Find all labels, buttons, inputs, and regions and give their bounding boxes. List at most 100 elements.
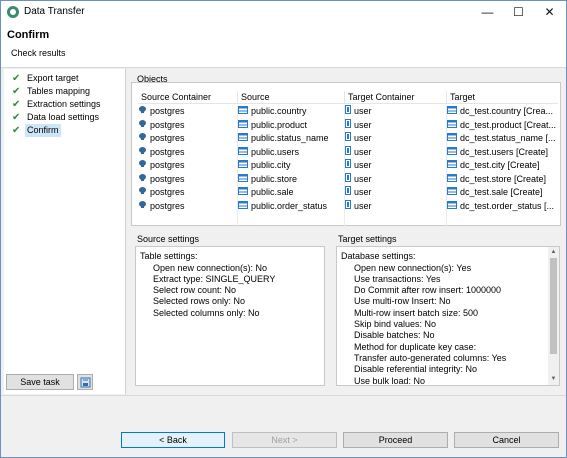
close-icon[interactable]: ✕	[534, 1, 565, 23]
table-row[interactable]: postgres public.order_status user dc_test.o…	[138, 199, 558, 214]
cell-target[interactable]: dc_test.sale [Create]	[447, 186, 558, 200]
cell-target-container[interactable]: user	[345, 159, 447, 173]
data-transfer-window: Data Transfer — ☐ ✕ Confirm Check result…	[0, 0, 567, 458]
cell-source[interactable]: public.product	[238, 118, 345, 133]
column-header-target-container[interactable]: Target Container	[345, 91, 447, 104]
cell-text: dc_test.country [Crea...	[460, 106, 554, 117]
table-icon	[238, 119, 248, 133]
cell-text: postgres	[150, 200, 185, 211]
table-row[interactable]: postgres public.store user dc_test.store [C…	[138, 172, 558, 187]
column-header-source-container[interactable]: Source Container	[138, 91, 238, 104]
page-header: Confirm Check results	[1, 23, 566, 68]
target-settings-heading: Database settings:	[341, 251, 416, 261]
table-row[interactable]: postgres public.city user dc_test.city [Cre…	[138, 159, 558, 173]
cell-source[interactable]: public.city	[238, 159, 345, 173]
target-setting-line: Do Commit after row insert: 1000000	[354, 285, 502, 296]
back-button[interactable]: < Back	[121, 432, 225, 448]
table-icon	[447, 146, 457, 160]
cell-text: public.sale	[251, 187, 294, 198]
nav-item-label: Export target	[27, 73, 79, 83]
table-row[interactable]: postgres public.country user dc_test.countr…	[138, 105, 558, 119]
cell-target-container[interactable]: user	[345, 172, 447, 186]
cell-source-container[interactable]: postgres	[138, 105, 238, 119]
proceed-button[interactable]: Proceed	[343, 432, 448, 448]
cell-target-container[interactable]: user	[345, 118, 447, 132]
source-setting-line: Extract type: SINGLE_QUERY	[153, 273, 276, 284]
task-icon	[80, 377, 91, 388]
cell-source[interactable]: public.store	[238, 172, 345, 186]
cell-text: postgres	[150, 146, 185, 157]
target-setting-line: Open new connection(s): Yes	[354, 262, 472, 273]
cell-target[interactable]: dc_test.city [Create]	[447, 159, 558, 173]
source-settings-panel: Table settings: Open new connection(s): …	[135, 246, 325, 386]
cell-source-container[interactable]: postgres	[138, 132, 238, 146]
schema-icon	[345, 132, 351, 146]
save-task-button[interactable]: Save task	[6, 374, 74, 390]
table-row[interactable]: postgres public.status_name user dc_test.st…	[138, 132, 558, 146]
cell-text: user	[354, 160, 372, 171]
scroll-down-icon[interactable]: ▼	[548, 375, 559, 384]
cell-target[interactable]: dc_test.status_name [...	[447, 132, 558, 146]
schema-icon	[345, 159, 351, 173]
target-setting-line: Use bulk load: No	[354, 375, 426, 386]
postgres-icon	[138, 200, 147, 214]
cell-source-container[interactable]: postgres	[138, 199, 238, 214]
checkmark-icon: ✔	[12, 86, 21, 97]
title-bar[interactable]: Data Transfer — ☐ ✕	[1, 1, 566, 23]
next-button[interactable]: Next >	[232, 432, 337, 448]
cell-target-container[interactable]: user	[345, 145, 447, 159]
task-config-button[interactable]	[77, 374, 93, 390]
cell-text: postgres	[150, 106, 185, 117]
column-header-source[interactable]: Source	[238, 91, 345, 104]
target-setting-line: Use multi-row Insert: No	[354, 296, 451, 307]
cell-target[interactable]: dc_test.users [Create]	[447, 146, 558, 160]
cell-text: public.city	[251, 160, 291, 171]
column-header-target[interactable]: Target	[447, 91, 558, 104]
cell-target-container[interactable]: user	[345, 132, 447, 146]
cell-source-container[interactable]: postgres	[138, 118, 238, 132]
objects-table-header: Source Container Source Target Container…	[138, 91, 558, 104]
cell-text: public.country	[251, 106, 307, 117]
target-settings-scrollbar[interactable]: ▲ ▼	[548, 247, 559, 385]
cell-text: dc_test.city [Create]	[460, 160, 540, 171]
cell-text: dc_test.status_name [...	[460, 133, 556, 144]
table-row[interactable]: postgres public.users user dc_test.users [C…	[138, 145, 558, 160]
cell-source-container[interactable]: postgres	[138, 159, 238, 173]
scroll-up-icon[interactable]: ▲	[548, 248, 559, 257]
cell-source[interactable]: public.sale	[238, 186, 345, 200]
cancel-button[interactable]: Cancel	[454, 432, 559, 448]
cell-target[interactable]: dc_test.country [Crea...	[447, 105, 558, 119]
cell-text: postgres	[150, 173, 185, 184]
cell-text: dc_test.order_status [...	[460, 200, 555, 211]
postgres-icon	[138, 159, 147, 173]
cell-text: user	[354, 146, 372, 157]
objects-table: Source Container Source Target Container…	[131, 82, 561, 227]
cell-target[interactable]: dc_test.product [Creat...	[447, 119, 558, 133]
cell-text: public.product	[251, 119, 308, 130]
cell-source-container[interactable]: postgres	[138, 186, 238, 200]
cell-target-container[interactable]: user	[345, 199, 447, 213]
target-settings-panel: Database settings: Open new connection(s…	[336, 246, 560, 386]
target-setting-line: Disable batches: No	[354, 330, 435, 341]
cell-source-container[interactable]: postgres	[138, 145, 238, 159]
maximize-icon[interactable]: ☐	[503, 1, 534, 23]
cell-target-container[interactable]: user	[345, 105, 447, 119]
table-row[interactable]: postgres public.product user dc_test.produc…	[138, 118, 558, 133]
nav-item-label: Tables mapping	[27, 86, 91, 96]
cell-source-container[interactable]: postgres	[138, 172, 238, 186]
cell-text: user	[354, 173, 372, 184]
cell-source[interactable]: public.order_status	[238, 199, 345, 213]
scrollbar-thumb[interactable]	[550, 258, 557, 354]
cell-target-container[interactable]: user	[345, 186, 447, 200]
nav-item-label: Extraction settings	[27, 99, 101, 109]
source-settings-group-label: Source settings	[137, 234, 200, 244]
cell-source[interactable]: public.status_name	[238, 132, 345, 146]
table-row[interactable]: postgres public.sale user dc_test.sale [Cre…	[138, 186, 558, 200]
cell-target[interactable]: dc_test.order_status [...	[447, 200, 558, 214]
minimize-icon[interactable]: —	[472, 1, 503, 23]
table-icon	[238, 159, 248, 173]
cell-source[interactable]: public.country	[238, 105, 345, 119]
cell-target[interactable]: dc_test.store [Create]	[447, 173, 558, 187]
cell-source[interactable]: public.users	[238, 145, 345, 159]
cell-text: user	[354, 119, 372, 130]
